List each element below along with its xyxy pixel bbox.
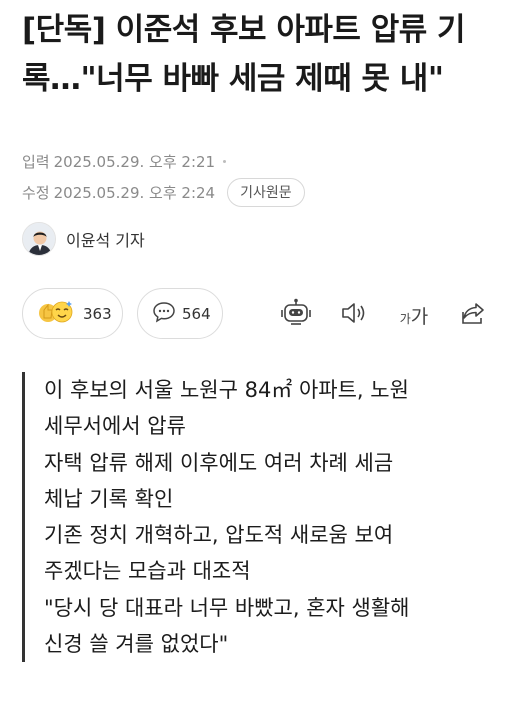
font-size-big-label: 가 [410, 305, 429, 328]
modified-label: 수정 [22, 183, 50, 202]
comment-button[interactable]: 564 [137, 288, 223, 339]
text-to-speech-button[interactable] [340, 300, 370, 330]
summary-line: 이 후보의 서울 노원구 84㎡ 아파트, 노원 [44, 378, 409, 402]
summary-line: 자택 압류 해제 이후에도 여러 차례 세금 [44, 450, 394, 475]
summary-line: 세무서에서 압류 [44, 414, 186, 439]
input-label: 입력 [22, 152, 50, 171]
reporter-avatar [22, 222, 56, 256]
reporter-name: 이윤석 기자 [66, 231, 145, 250]
reaction-count: 363 [83, 304, 112, 323]
share-icon [459, 300, 487, 330]
separator-dot [223, 159, 227, 163]
speaker-icon [340, 300, 370, 330]
article-action-bar: 363 564 가 가 [22, 288, 492, 340]
published-info: 입력 2025.05.29. 오후 2:21 수정 2025.05.29. 오후… [22, 146, 305, 207]
reaction-emoji-icon [37, 298, 75, 330]
comment-icon [152, 301, 176, 327]
reporter[interactable]: 이윤석 기자 [22, 222, 145, 256]
robot-summary-icon [280, 298, 312, 332]
font-size-icon: 가 가 [400, 302, 429, 329]
modified-time: 2025.05.29. 오후 2:24 [53, 183, 216, 202]
share-button[interactable] [458, 300, 488, 330]
font-size-button[interactable]: 가 가 [396, 300, 432, 330]
summary-line: 신경 쓸 겨를 없었다" [44, 632, 229, 657]
summary-line: "당시 당 대표라 너무 바빴고, 혼자 생활해 [44, 595, 410, 620]
article-headline: [단독] 이준석 후보 아파트 압류 기록…"너무 바빠 세금 제때 못 내" [22, 12, 466, 97]
summary-line: 주겠다는 모습과 대조적 [44, 559, 251, 584]
summary-line: 체납 기록 확인 [44, 486, 174, 511]
ai-summary-button[interactable] [280, 298, 312, 332]
summary-line: 기존 정치 개혁하고, 압도적 새로움 보여 [44, 523, 394, 548]
reaction-button[interactable]: 363 [22, 288, 123, 339]
input-time: 2025.05.29. 오후 2:21 [53, 152, 216, 171]
article-summary: 이 후보의 서울 노원구 84㎡ 아파트, 노원 세무서에서 압류 자택 압류 … [22, 372, 492, 663]
original-article-button[interactable]: 기사원문 [227, 177, 305, 207]
font-size-small-label: 가 [399, 311, 411, 326]
comment-count: 564 [182, 304, 211, 323]
